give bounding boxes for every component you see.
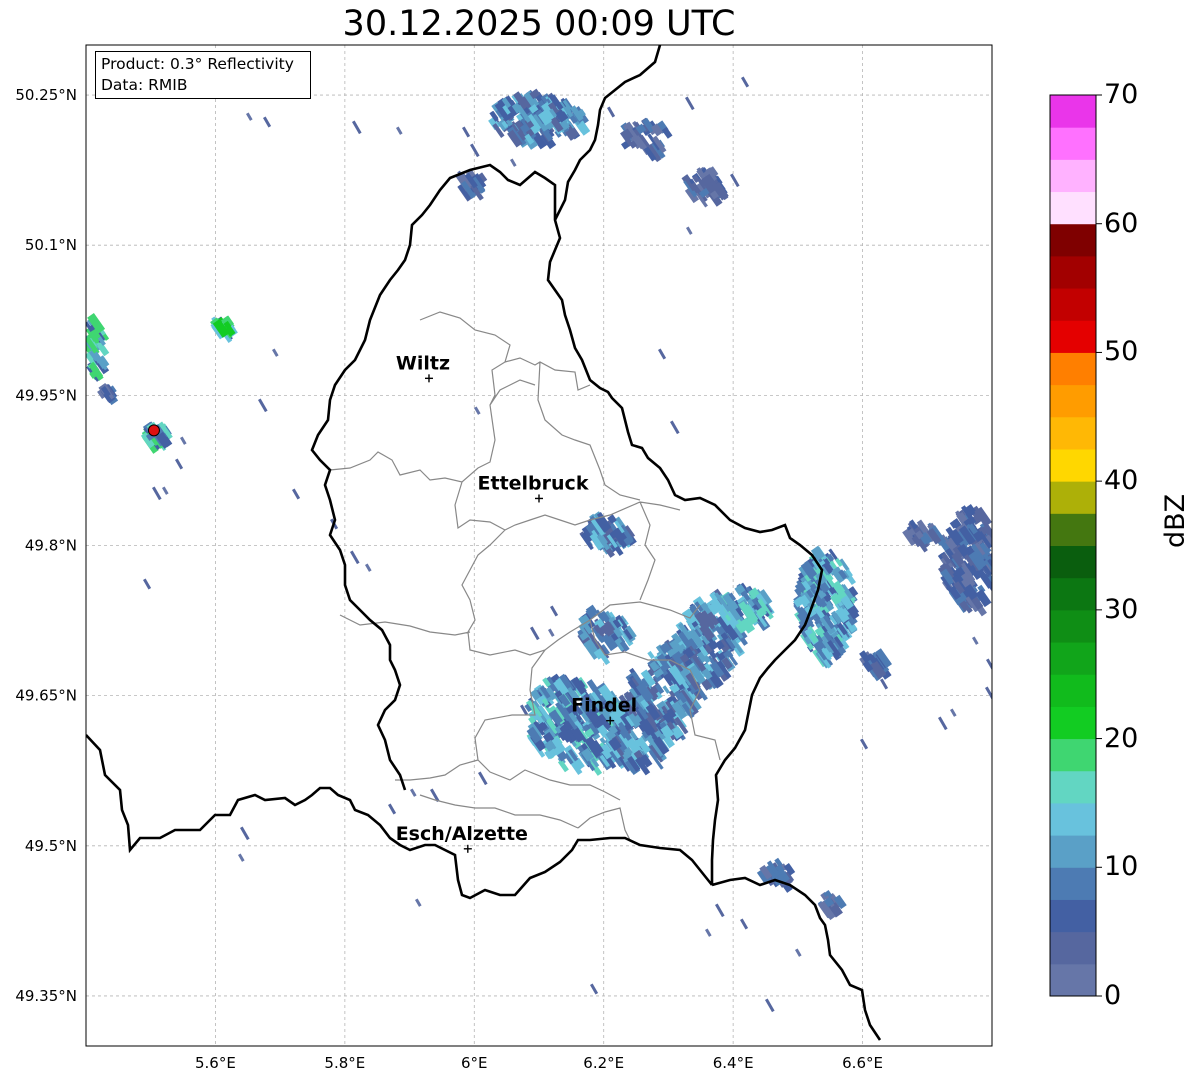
colorbar-segment xyxy=(1050,416,1096,450)
radar-site-icon xyxy=(147,424,160,437)
colorbar-segment xyxy=(1050,867,1096,900)
colorbar-segment xyxy=(1050,320,1096,353)
colorbar-tick-label: 10 xyxy=(1104,851,1139,883)
lat-tick-label: 49.35°N xyxy=(15,987,77,1005)
colorbar-tick-label: 60 xyxy=(1104,207,1139,239)
lat-tick-label: 50.1°N xyxy=(25,236,77,254)
colorbar-tick-label: 20 xyxy=(1104,722,1139,754)
colorbar-segment xyxy=(1050,963,1096,997)
radar-site xyxy=(147,424,160,437)
lat-tick-label: 49.5°N xyxy=(25,837,77,855)
colorbar-segment xyxy=(1050,738,1096,772)
colorbar-segment xyxy=(1050,577,1096,611)
colorbar-segment xyxy=(1050,448,1096,482)
colorbar-segment xyxy=(1050,191,1096,225)
colorbar-segment xyxy=(1050,642,1096,675)
colorbar-segment xyxy=(1050,674,1096,707)
colorbar-segment xyxy=(1050,513,1096,546)
colorbar-segment xyxy=(1050,255,1096,289)
lon-tick-label: 6.6°E xyxy=(842,1054,883,1072)
lon-tick-label: 6.2°E xyxy=(583,1054,624,1072)
colorbar-segment xyxy=(1050,545,1096,579)
colorbar-segment xyxy=(1050,288,1096,321)
colorbar-segment xyxy=(1050,384,1096,418)
colorbar-segment xyxy=(1050,223,1096,257)
colorbar-segment xyxy=(1050,931,1096,965)
info-box: Product: 0.3° Reflectivity Data: RMIB xyxy=(95,51,311,99)
colorbar-segment xyxy=(1050,835,1096,868)
colorbar-segment xyxy=(1050,899,1096,933)
city-label: Findel xyxy=(571,695,637,717)
colorbar-segment xyxy=(1050,127,1096,160)
colorbar xyxy=(1049,94,1102,997)
colorbar-tick-label: 0 xyxy=(1104,980,1122,1011)
colorbar-segment xyxy=(1050,706,1096,740)
lat-tick-label: 49.65°N xyxy=(15,687,77,705)
colorbar-tick-label: 50 xyxy=(1104,336,1139,368)
city-label: Ettelbruck xyxy=(478,472,589,494)
colorbar-label: dBZ xyxy=(1160,493,1184,548)
colorbar-segment xyxy=(1050,609,1096,643)
colorbar-segment xyxy=(1050,159,1096,193)
lat-tick-label: 50.25°N xyxy=(15,86,77,104)
radar-map[interactable]: Wiltz Ettelbruck Findel Esch/Alzette 5.6°E 5… xyxy=(0,0,1184,1081)
data-source-text: Data: RMIB xyxy=(101,76,188,94)
colorbar-tick-label: 40 xyxy=(1104,465,1139,497)
product-text: Product: 0.3° Reflectivity xyxy=(101,55,294,73)
colorbar-segment xyxy=(1050,802,1096,836)
lon-tick-label: 5.8°E xyxy=(324,1054,365,1072)
colorbar-segment xyxy=(1050,95,1096,128)
lon-tick-label: 5.6°E xyxy=(195,1054,236,1072)
lat-tick-label: 49.95°N xyxy=(15,386,77,404)
lat-tick-label: 49.8°N xyxy=(25,537,77,555)
colorbar-segment xyxy=(1050,352,1096,386)
city-label: Esch/Alzette xyxy=(396,823,528,845)
lon-tick-label: 6.4°E xyxy=(713,1054,754,1072)
colorbar-tick-label: 30 xyxy=(1104,593,1139,625)
colorbar-segment xyxy=(1050,481,1096,514)
colorbar-tick-label: 70 xyxy=(1104,79,1139,110)
city-label: Wiltz xyxy=(396,352,450,374)
colorbar-segment xyxy=(1050,770,1096,804)
lon-tick-label: 6°E xyxy=(461,1054,488,1072)
